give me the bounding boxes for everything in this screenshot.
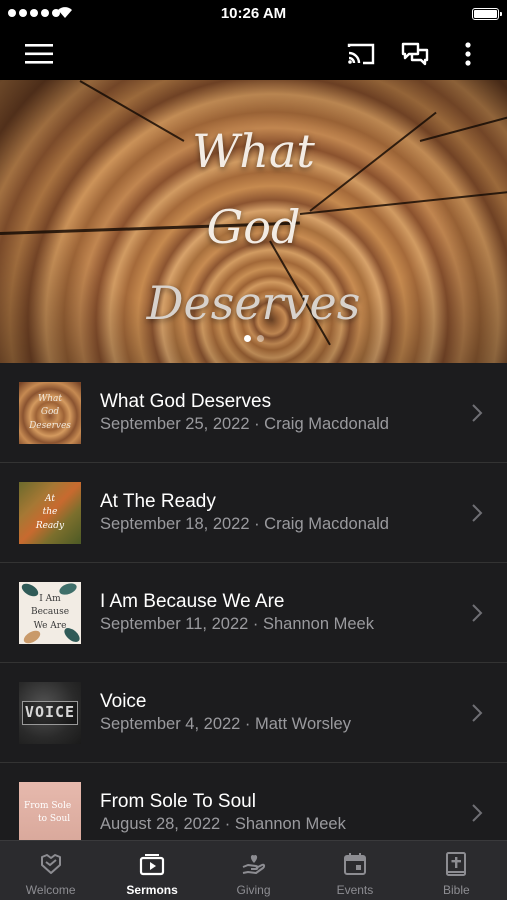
calendar-icon [343, 853, 366, 875]
sermon-date-speaker: September 25, 2022 · Craig Macdonald [100, 415, 389, 433]
thumbnail-text: Ready [35, 520, 65, 531]
chevron-right-icon [472, 404, 483, 422]
thumbnail-text: the [42, 507, 58, 518]
tab-label: Welcome [25, 883, 76, 897]
sermon-list-item[interactable]: What God Deserves What God Deserves Sept… [0, 363, 507, 463]
featured-sermon-banner[interactable]: What God Deserves [0, 80, 507, 363]
sermon-title: What God Deserves [100, 391, 272, 412]
tab-giving[interactable]: Giving [203, 841, 304, 900]
menu-button[interactable] [21, 36, 57, 72]
messages-button[interactable] [397, 36, 433, 72]
status-time: 10:26 AM [220, 5, 287, 22]
banner-title-line: God [206, 200, 301, 254]
sermon-date-speaker: September 11, 2022 · Shannon Meek [100, 615, 374, 633]
tab-bible[interactable]: Bible [406, 841, 507, 900]
thumbnail-text: Deserves [29, 420, 71, 431]
page-dot-active [243, 335, 251, 342]
cast-button[interactable] [343, 36, 379, 72]
thumbnail-text: From Sole [24, 800, 72, 811]
bottom-tab-bar: Welcome Sermons Giving Events Bible [0, 840, 507, 900]
thumbnail-text: God [40, 407, 60, 418]
sermon-thumbnail: VOICE [19, 682, 81, 744]
thumbnail-text: What [37, 394, 63, 405]
sermon-title: From Sole To Soul [100, 791, 256, 812]
sermon-title: At The Ready [100, 491, 216, 512]
sermon-title: Voice [100, 691, 147, 712]
heart-hands-icon [40, 854, 61, 874]
banner-title-line: Deserves [146, 276, 361, 330]
more-vertical-icon [465, 42, 471, 66]
tab-events[interactable]: Events [304, 841, 405, 900]
chevron-right-icon [472, 504, 483, 522]
sermon-thumbnail: From Sole to Soul [19, 782, 81, 840]
giving-hand-icon [242, 855, 265, 874]
sermon-date-speaker: September 18, 2022 · Craig Macdonald [100, 515, 389, 533]
page-dot [256, 335, 264, 342]
cast-icon [347, 43, 375, 65]
top-navigation-bar [0, 28, 507, 80]
sermon-list: What God Deserves What God Deserves Sept… [0, 363, 507, 840]
tab-label: Sermons [126, 883, 178, 897]
sermon-list-item[interactable]: At the Ready At The Ready September 18, … [0, 463, 507, 563]
chevron-right-icon [472, 804, 483, 822]
thumbnail-text: I Am Because [30, 594, 70, 618]
sermon-list-item[interactable]: I Am Because We Are I Am Because We Are … [0, 563, 507, 663]
banner-title-line: What [192, 124, 315, 178]
carousel-page-indicator [0, 335, 507, 342]
tab-label: Events [336, 883, 374, 897]
sermon-thumbnail: I Am Because We Are [19, 582, 81, 644]
tab-label: Giving [236, 883, 271, 897]
tab-label: Bible [442, 883, 470, 897]
thumbnail-text: At [45, 494, 55, 505]
status-bar: 10:26 AM [0, 0, 507, 28]
chat-bubbles-icon [401, 42, 429, 66]
play-video-icon [140, 854, 165, 876]
sermon-title: I Am Because We Are [100, 591, 285, 612]
thumbnail-text: VOICE [21, 701, 79, 725]
bible-icon [446, 852, 467, 876]
sermon-date-speaker: August 28, 2022 · Shannon Meek [100, 815, 346, 833]
tab-welcome[interactable]: Welcome [0, 841, 101, 900]
chevron-right-icon [472, 704, 483, 722]
battery-icon [472, 8, 502, 20]
sermon-list-item[interactable]: VOICE Voice September 4, 2022 · Matt Wor… [0, 663, 507, 763]
sermon-thumbnail: What God Deserves [19, 382, 81, 444]
sermon-list-item[interactable]: From Sole to Soul From Sole To Soul Augu… [0, 763, 507, 840]
sermon-thumbnail: At the Ready [19, 482, 81, 544]
chevron-right-icon [472, 604, 483, 622]
thumbnail-text: to Soul [38, 814, 71, 824]
hamburger-menu-icon [25, 44, 53, 64]
tab-sermons[interactable]: Sermons [101, 841, 202, 900]
sermon-date-speaker: September 4, 2022 · Matt Worsley [100, 715, 351, 733]
more-options-button[interactable] [450, 36, 486, 72]
